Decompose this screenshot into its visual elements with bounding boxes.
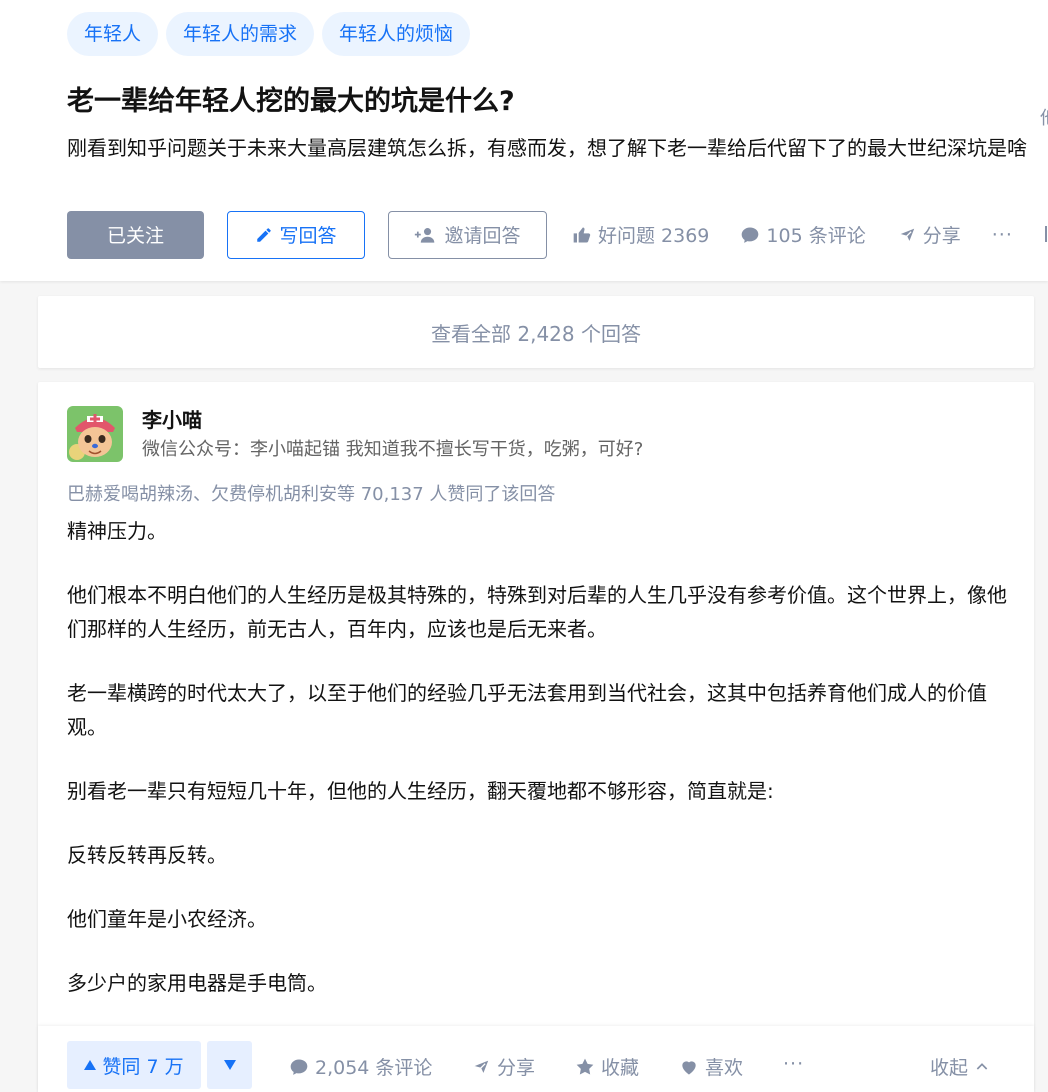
collapse-button[interactable]: 收起: [930, 1053, 990, 1080]
answer-paragraph: 反转反转再反转。: [67, 843, 227, 867]
answer-more-button[interactable]: ···: [783, 1053, 804, 1075]
chevron-up-icon: [974, 1059, 990, 1075]
topic-tag[interactable]: 年轻人的烦恼: [322, 12, 471, 56]
invite-answer-button[interactable]: 邀请回答: [388, 210, 547, 259]
question-header: 年轻人 年轻人的需求 年轻人的烦恼 老一辈给年轻人挖的最大的坑是什么? 他 刚看…: [0, 0, 1048, 281]
answer-paragraph: 别看老一辈只有短短几十年，但他的人生经历，翻天覆地都不够形容，简直就是:: [67, 779, 774, 803]
answer-share-button[interactable]: 分享: [471, 1053, 535, 1080]
answer-paragraph: 他们根本不明白他们的人生经历是极其特殊的，特殊到对后辈的人生几乎没有参考价值。这…: [67, 583, 1007, 641]
question-comments-button[interactable]: 105 条评论: [740, 221, 866, 248]
topic-tag[interactable]: 年轻人的需求: [166, 12, 315, 56]
question-more-button[interactable]: ···: [992, 224, 1013, 246]
question-title: 老一辈给年轻人挖的最大的坑是什么?: [67, 86, 515, 117]
answer-action-bar: 赞同 7 万 2,054 条评论 分享 收藏 喜欢 ··· 收起: [38, 1026, 1034, 1092]
triangle-down-icon: [223, 1060, 236, 1070]
good-question-button[interactable]: 好问题 2369: [572, 221, 709, 248]
view-all-answers-label: 查看全部 2,428 个回答: [431, 321, 641, 346]
sidebar-edge-text: 他: [1040, 104, 1048, 130]
more-icon: ···: [783, 1053, 805, 1075]
answer-paragraph: 多少户的家用电器是手电筒。: [67, 971, 327, 995]
author-name[interactable]: 李小喵: [142, 404, 202, 433]
answer-paragraph: 精神压力。: [67, 519, 167, 543]
followed-button[interactable]: 已关注: [67, 210, 204, 259]
page: 年轻人 年轻人的需求 年轻人的烦恼 老一辈给年轻人挖的最大的坑是什么? 他 刚看…: [0, 0, 1048, 1092]
voters-summary[interactable]: 巴赫爱喝胡辣汤、欠费停机胡利安等 70,137 人赞同了该回答: [67, 480, 555, 506]
question-share-button[interactable]: 分享: [896, 221, 961, 248]
answer-paragraph: 他们童年是小农经济。: [67, 907, 267, 931]
view-all-answers-button[interactable]: 查看全部 2,428 个回答: [38, 296, 1034, 368]
pencil-icon: [255, 226, 273, 244]
answer-comments-label: 2,054 条评论: [315, 1057, 433, 1079]
vote-down-button[interactable]: [207, 1041, 252, 1089]
author-bio: 微信公众号：李小喵起锚 我知道我不擅长写干货，吃粥，可好?: [142, 439, 644, 460]
question-comments-label: 105 条评论: [766, 225, 866, 247]
avatar[interactable]: [67, 406, 123, 462]
like-label: 喜欢: [705, 1057, 744, 1079]
collect-button[interactable]: 收藏: [575, 1053, 639, 1080]
good-question-label: 好问题 2369: [598, 225, 710, 247]
collect-label: 收藏: [601, 1057, 640, 1079]
edge-divider: [1045, 226, 1047, 242]
vote-up-label: 赞同 7 万: [102, 1055, 184, 1078]
question-detail: 刚看到知乎问题关于未来大量高层建筑怎么拆，有感而发，想了解下老一辈给后代留下了的…: [67, 136, 1027, 160]
star-icon: [575, 1057, 595, 1077]
write-answer-button[interactable]: 写回答: [227, 210, 365, 259]
answer-share-label: 分享: [497, 1057, 536, 1079]
answer-content: 精神压力。 他们根本不明白他们的人生经历是极其特殊的，特殊到对后辈的人生几乎没有…: [67, 514, 1007, 1030]
answer-paragraph: 老一辈横跨的时代太大了，以至于他们的经验几乎无法套用到当代社会，这其中包括养育他…: [67, 681, 987, 739]
invite-answer-label: 邀请回答: [444, 225, 521, 247]
share-icon: [896, 225, 917, 245]
add-user-icon: [414, 226, 436, 244]
more-icon: ···: [991, 223, 1013, 246]
followed-label: 已关注: [106, 225, 164, 247]
answer-comments-button[interactable]: 2,054 条评论: [289, 1053, 432, 1080]
collapse-label: 收起: [930, 1057, 969, 1079]
comment-icon: [740, 225, 760, 245]
topic-tag[interactable]: 年轻人: [67, 12, 159, 56]
share-icon: [471, 1057, 491, 1077]
question-share-label: 分享: [922, 225, 961, 247]
thumbs-up-icon: [572, 225, 592, 245]
write-answer-label: 写回答: [279, 225, 337, 247]
like-button[interactable]: 喜欢: [679, 1053, 743, 1080]
question-actions: 已关注 写回答 邀请回答 好问题 2369 105 条评论 分享 ···: [67, 210, 1013, 259]
topic-tags: 年轻人 年轻人的需求 年轻人的烦恼: [67, 12, 471, 56]
comment-icon: [289, 1057, 309, 1077]
triangle-up-icon: [84, 1060, 97, 1070]
vote-up-button[interactable]: 赞同 7 万: [67, 1041, 201, 1089]
heart-icon: [679, 1057, 699, 1077]
answer-card: 李小喵 微信公众号：李小喵起锚 我知道我不擅长写干货，吃粥，可好? 巴赫爱喝胡辣…: [38, 382, 1034, 1092]
